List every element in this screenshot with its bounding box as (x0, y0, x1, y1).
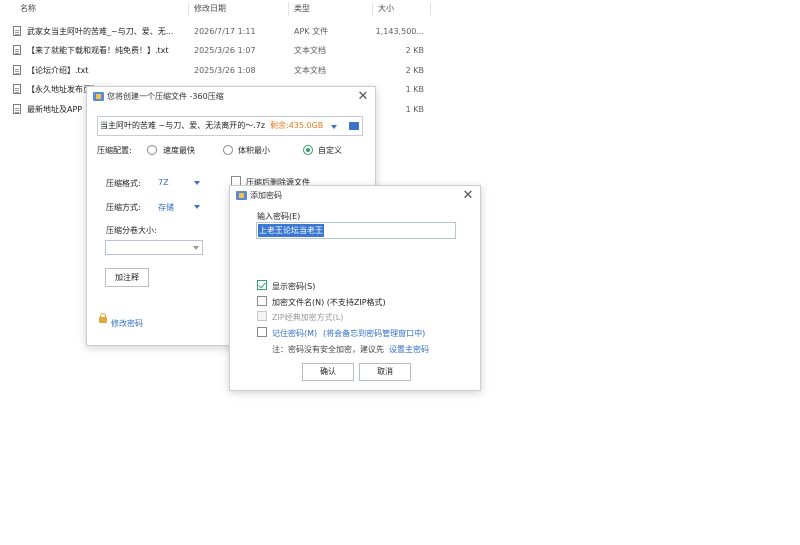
chevron-down-icon[interactable] (193, 246, 199, 250)
column-header-size[interactable]: 大小 (378, 0, 394, 18)
set-master-password-link[interactable]: 设置主密码 (389, 344, 429, 355)
split-size-select[interactable] (105, 240, 203, 255)
remember-password-note: (将会备忘到密码管理窗口中) (323, 329, 426, 338)
close-icon[interactable]: ✕ (355, 89, 371, 105)
chevron-down-icon[interactable] (194, 181, 200, 185)
close-icon[interactable]: ✕ (460, 188, 476, 204)
text-file-icon (13, 65, 21, 75)
file-size: 1 KB (405, 105, 424, 114)
zip-classic-label: ZIP经典加密方式(L) (272, 313, 344, 322)
add-comment-button[interactable]: 加注释 (105, 268, 149, 287)
text-file-icon (13, 104, 21, 114)
file-size: 1,143,500... (375, 27, 424, 36)
show-password-label[interactable]: 显示密码(S) (272, 281, 315, 292)
column-divider[interactable] (288, 2, 289, 16)
chevron-down-icon[interactable] (331, 125, 337, 129)
encrypt-filenames-label[interactable]: 加密文件名(N) (不支持ZIP格式) (272, 297, 386, 308)
column-divider[interactable] (430, 2, 431, 16)
column-divider[interactable] (188, 2, 189, 16)
format-label: 压缩格式: (106, 179, 141, 188)
file-icon (13, 26, 21, 36)
format-select[interactable]: 7Z (158, 178, 169, 187)
sort-ascending-icon: ^ (99, 0, 107, 6)
column-header-name[interactable]: 名称 (20, 0, 36, 18)
compress-dialog-titlebar[interactable]: 您将创建一个压缩文件 -360压缩 ✕ (87, 87, 375, 107)
confirm-button[interactable]: 确认 (302, 363, 354, 381)
encrypt-filenames-checkbox[interactable] (257, 296, 267, 306)
option-custom-label[interactable]: 自定义 (318, 145, 342, 156)
file-date: 2025/3/26 1:07 (194, 46, 256, 55)
zip-classic-checkbox[interactable] (257, 311, 267, 321)
file-size: 2 KB (405, 66, 424, 75)
remember-password-checkbox[interactable] (257, 327, 267, 337)
text-file-icon (13, 45, 21, 55)
file-name: 【论坛介绍】.txt (27, 66, 89, 75)
option-custom-radio[interactable] (303, 145, 313, 155)
option-smallest-radio[interactable] (223, 145, 233, 155)
file-date: 2025/3/26 1:08 (194, 66, 256, 75)
file-type: 文本文档 (294, 66, 326, 75)
archive-filename: 当主阿叶的苦难 ~与刀、爱、无法离开的～.7z (100, 121, 266, 130)
folder-icon[interactable] (349, 122, 359, 130)
archive-app-icon (236, 191, 247, 200)
show-password-checkbox[interactable] (257, 280, 267, 290)
method-select[interactable]: 存储 (158, 202, 174, 213)
file-date: 2026/7/17 1:11 (194, 27, 256, 36)
password-dialog-titlebar[interactable]: 添加密码 ✕ (230, 186, 480, 206)
change-password-link[interactable]: 修改密码 (111, 318, 143, 329)
security-note: 注：密码没有安全加密，建议先 (272, 345, 384, 354)
file-row[interactable]: 武家女当主阿叶的苦难_~与刀、爱、无... 2026/7/17 1:11 APK… (0, 22, 432, 41)
archive-app-icon (93, 92, 104, 101)
file-type: APK 文件 (294, 27, 329, 36)
password-dialog: 添加密码 ✕ 输入密码(E) 上老王论坛当老王 显示密码(S) 加密文件名(N)… (229, 185, 481, 391)
split-size-label: 压缩分卷大小: (106, 226, 157, 235)
option-fastest-radio[interactable] (147, 145, 157, 155)
cancel-button[interactable]: 取消 (359, 363, 411, 381)
file-type: 文本文档 (294, 46, 326, 55)
compress-dialog-title: 您将创建一个压缩文件 -360压缩 (107, 92, 224, 101)
file-size: 1 KB (405, 85, 424, 94)
column-header-date[interactable]: 修改日期 (194, 0, 226, 18)
option-fastest-label[interactable]: 速度最快 (163, 145, 195, 156)
column-divider[interactable] (372, 2, 373, 16)
remember-password-label[interactable]: 记住密码(M) (272, 328, 317, 339)
file-name: 【来了就能下载和观看！纯免费！】.txt (27, 46, 169, 55)
password-input[interactable]: 上老王论坛当老王 (256, 222, 456, 239)
lock-shackle (100, 313, 106, 318)
archive-path-field[interactable]: 当主阿叶的苦难 ~与刀、爱、无法离开的～.7z 剩余:435.0GB (97, 116, 363, 136)
password-dialog-title: 添加密码 (250, 191, 282, 200)
file-row[interactable]: 【来了就能下载和观看！纯免费！】.txt 2025/3/26 1:07 文本文档… (0, 41, 432, 60)
method-label: 压缩方式: (106, 203, 141, 212)
config-label: 压缩配置: (97, 146, 132, 155)
file-size: 2 KB (405, 46, 424, 55)
column-header-type[interactable]: 类型 (294, 0, 310, 18)
remaining-space: 剩余:435.0GB (270, 121, 324, 130)
file-row[interactable]: 【论坛介绍】.txt 2025/3/26 1:08 文本文档 2 KB (0, 61, 432, 80)
password-input-label: 输入密码(E) (257, 212, 301, 221)
password-selected-text: 上老王论坛当老王 (258, 224, 324, 237)
text-file-icon (13, 84, 21, 94)
file-name: 武家女当主阿叶的苦难_~与刀、爱、无... (27, 27, 174, 36)
option-smallest-label[interactable]: 体积最小 (238, 145, 270, 156)
chevron-down-icon[interactable] (194, 205, 200, 209)
